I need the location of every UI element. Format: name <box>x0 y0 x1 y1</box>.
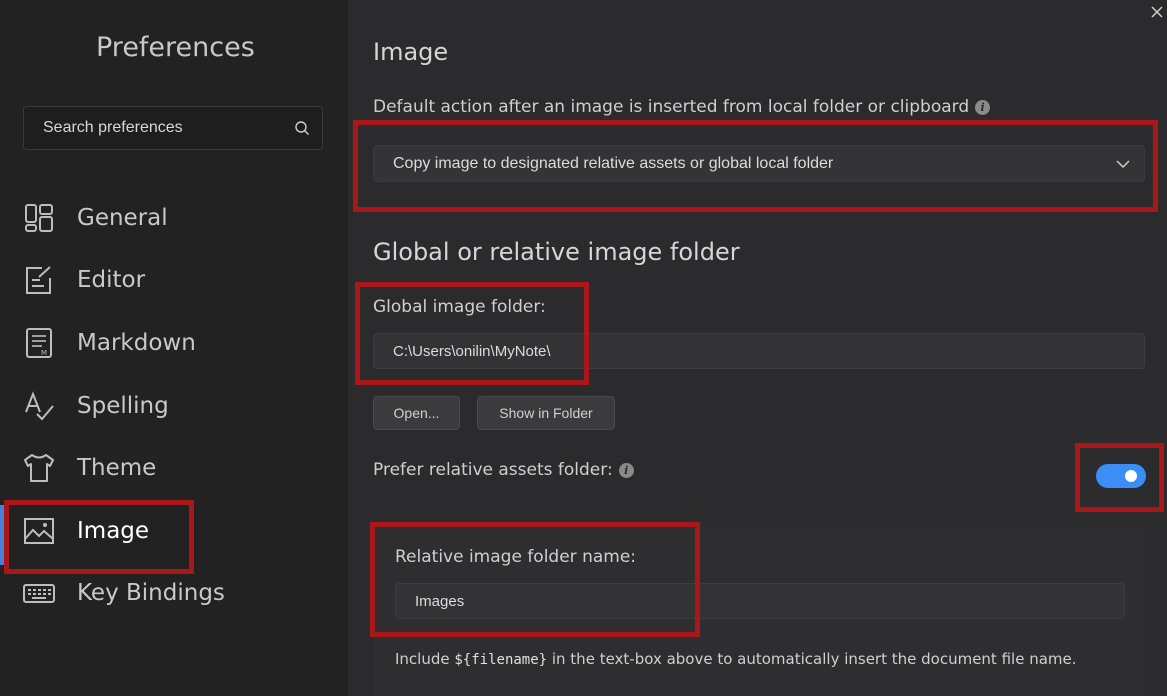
global-folder-input[interactable]: C:\Users\onilin\MyNote\ <box>373 333 1145 369</box>
default-action-selected: Copy image to designated relative assets… <box>393 155 834 172</box>
default-action-select[interactable]: Copy image to designated relative assets… <box>373 145 1145 182</box>
toggle-knob <box>1125 470 1137 482</box>
sidebar-item-label: Image <box>77 518 150 544</box>
info-icon[interactable]: i <box>618 463 634 478</box>
image-icon <box>24 518 54 544</box>
sidebar-item-spelling[interactable]: Spelling <box>0 379 348 433</box>
theme-icon <box>24 454 54 482</box>
general-icon <box>25 204 53 232</box>
search-input[interactable]: Search preferences <box>23 106 323 150</box>
sidebar: Preferences Search preferences General E… <box>0 0 348 696</box>
search-icon[interactable] <box>294 120 310 136</box>
search-placeholder: Search preferences <box>43 119 183 136</box>
prefer-relative-label: Prefer relative assets folder: i <box>373 460 634 480</box>
global-folder-value: C:\Users\onilin\MyNote\ <box>393 343 551 360</box>
sidebar-item-general[interactable]: General <box>0 191 348 245</box>
sidebar-item-theme[interactable]: Theme <box>0 441 348 495</box>
folder-section-title: Global or relative image folder <box>373 238 740 266</box>
keyboard-icon <box>23 584 55 603</box>
help-text-prefix: Include <box>395 650 455 668</box>
sidebar-item-label: Editor <box>77 267 146 293</box>
prefer-relative-toggle[interactable] <box>1096 464 1146 488</box>
prefer-relative-label-text: Prefer relative assets folder: <box>373 460 613 480</box>
chevron-down-icon <box>1116 160 1130 169</box>
sidebar-item-label: Key Bindings <box>77 580 225 606</box>
default-action-label: Default action after an image is inserte… <box>373 97 991 117</box>
help-text-suffix: in the text-box above to automatically i… <box>547 650 1077 668</box>
sidebar-item-markdown[interactable]: M Markdown <box>0 316 348 370</box>
sidebar-item-label: Markdown <box>77 330 196 356</box>
spelling-icon <box>25 391 54 421</box>
sidebar-item-editor[interactable]: Editor <box>0 253 348 307</box>
sidebar-item-label: General <box>77 205 168 231</box>
relative-folder-value: Images <box>415 593 465 610</box>
svg-text:M: M <box>41 349 47 357</box>
preferences-title: Preferences <box>96 32 255 63</box>
sidebar-item-label: Spelling <box>77 393 169 419</box>
page-title: Image <box>373 38 449 66</box>
open-button[interactable]: Open... <box>373 396 460 430</box>
sidebar-item-image[interactable]: Image <box>0 504 348 558</box>
sidebar-item-label: Theme <box>77 455 157 481</box>
show-in-folder-button[interactable]: Show in Folder <box>477 396 615 430</box>
help-text-code: ${filename} <box>454 652 548 668</box>
sidebar-item-key-bindings[interactable]: Key Bindings <box>0 566 348 620</box>
editor-icon <box>26 266 51 294</box>
default-action-label-text: Default action after an image is inserte… <box>373 97 970 117</box>
global-folder-label: Global image folder: <box>373 297 546 317</box>
relative-folder-label: Relative image folder name: <box>395 547 637 567</box>
help-text: Include ${filename} in the text-box abov… <box>395 650 1077 668</box>
markdown-icon: M <box>26 328 52 358</box>
close-icon[interactable] <box>1149 4 1165 20</box>
relative-folder-input[interactable]: Images <box>395 583 1125 619</box>
info-icon[interactable]: i <box>975 100 991 115</box>
